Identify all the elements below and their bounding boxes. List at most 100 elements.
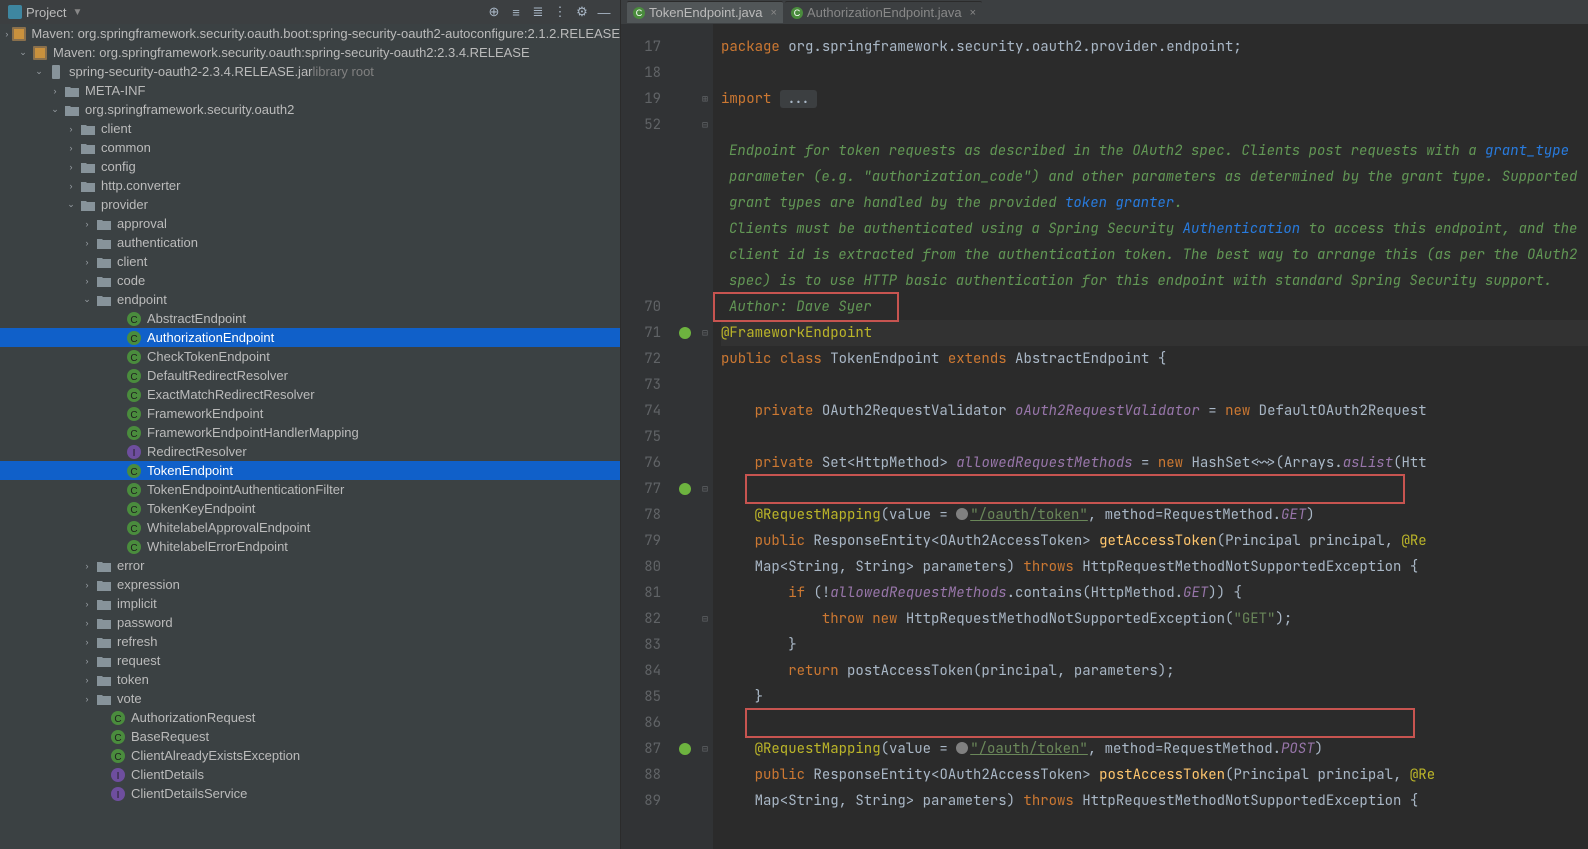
fold-toggle[interactable]	[697, 190, 713, 216]
fold-toggle[interactable]: ⊟	[697, 606, 713, 632]
chevron-icon[interactable]: ›	[66, 162, 76, 172]
tab-authorizationendpoint[interactable]: C AuthorizationEndpoint.java ×	[785, 1, 982, 23]
fold-toggle[interactable]	[697, 580, 713, 606]
fold-toggle[interactable]	[697, 684, 713, 710]
gear-icon[interactable]: ⚙	[574, 4, 590, 20]
fold-toggle[interactable]	[697, 710, 713, 736]
tree-row[interactable]: ›code	[0, 271, 620, 290]
tree-row[interactable]: ⌄provider	[0, 195, 620, 214]
tree-row[interactable]: ›approval	[0, 214, 620, 233]
tree-row[interactable]: CFrameworkEndpoint	[0, 404, 620, 423]
fold-toggle[interactable]	[697, 34, 713, 60]
tree-row[interactable]: CAbstractEndpoint	[0, 309, 620, 328]
tree-row[interactable]: CDefaultRedirectResolver	[0, 366, 620, 385]
fold-toggle[interactable]	[697, 138, 713, 164]
fold-toggle[interactable]: ⊟	[697, 320, 713, 346]
fold-toggle[interactable]	[697, 632, 713, 658]
chevron-icon[interactable]: ›	[82, 580, 92, 590]
tree-row[interactable]: ›refresh	[0, 632, 620, 651]
fold-toggle[interactable]	[697, 268, 713, 294]
chevron-icon[interactable]: ›	[82, 257, 92, 267]
chevron-icon[interactable]: ›	[82, 238, 92, 248]
tree-row[interactable]: ⌄org.springframework.security.oauth2	[0, 100, 620, 119]
chevron-icon[interactable]: ›	[82, 561, 92, 571]
fold-toggle[interactable]	[697, 398, 713, 424]
project-tree[interactable]: ›Maven: org.springframework.security.oau…	[0, 24, 621, 849]
tree-row[interactable]: ⌄spring-security-oauth2-2.3.4.RELEASE.ja…	[0, 62, 620, 81]
chevron-icon[interactable]: ›	[50, 86, 60, 96]
fold-toggle[interactable]	[697, 346, 713, 372]
fold-toggle[interactable]	[697, 788, 713, 814]
fold-toggle[interactable]	[697, 528, 713, 554]
fold-toggle[interactable]	[697, 216, 713, 242]
chevron-icon[interactable]: ⌄	[18, 47, 28, 58]
fold-toggle[interactable]	[697, 450, 713, 476]
tree-row[interactable]: ›vote	[0, 689, 620, 708]
chevron-icon[interactable]: ›	[82, 219, 92, 229]
chevron-icon[interactable]: ›	[66, 124, 76, 134]
tree-row[interactable]: CTokenEndpoint	[0, 461, 620, 480]
fold-toggle[interactable]	[697, 372, 713, 398]
close-icon[interactable]: ×	[970, 7, 976, 19]
tree-row[interactable]: ›expression	[0, 575, 620, 594]
tree-row[interactable]: CClientAlreadyExistsException	[0, 746, 620, 765]
tree-row[interactable]: CAuthorizationEndpoint	[0, 328, 620, 347]
fold-toggle[interactable]	[697, 164, 713, 190]
fold-placeholder[interactable]: ...	[780, 90, 817, 108]
tree-row[interactable]: ›password	[0, 613, 620, 632]
tree-row[interactable]: ›config	[0, 157, 620, 176]
project-label[interactable]: Project	[26, 5, 66, 20]
hide-icon[interactable]: —	[596, 4, 612, 20]
chevron-icon[interactable]: ›	[5, 29, 8, 39]
url-badge-icon[interactable]	[956, 508, 968, 520]
tree-row[interactable]: ›token	[0, 670, 620, 689]
tree-row[interactable]: CWhitelabelApprovalEndpoint	[0, 518, 620, 537]
chevron-icon[interactable]: ›	[82, 618, 92, 628]
fold-toggle[interactable]: ⊞	[697, 86, 713, 112]
fold-toggle[interactable]: ⊟	[697, 476, 713, 502]
tree-row[interactable]: CCheckTokenEndpoint	[0, 347, 620, 366]
fold-toggle[interactable]	[697, 554, 713, 580]
tree-row[interactable]: ›request	[0, 651, 620, 670]
tree-row[interactable]: CTokenEndpointAuthenticationFilter	[0, 480, 620, 499]
fold-toggle[interactable]: ⊟	[697, 112, 713, 138]
tree-row[interactable]: CTokenKeyEndpoint	[0, 499, 620, 518]
tree-row[interactable]: ›error	[0, 556, 620, 575]
dropdown-arrow-icon[interactable]: ▼	[72, 7, 82, 18]
tree-row[interactable]: ›implicit	[0, 594, 620, 613]
code-editor[interactable]: 1718195270717273747576777879808182838485…	[621, 24, 1588, 849]
fold-toggle[interactable]: ⊟	[697, 736, 713, 762]
collapse-all-icon[interactable]: ≣	[530, 4, 546, 20]
chevron-icon[interactable]: ›	[82, 694, 92, 704]
code-area[interactable]: package org.springframework.security.oau…	[713, 24, 1588, 849]
chevron-icon[interactable]: ⌄	[50, 104, 60, 115]
chevron-icon[interactable]: ›	[82, 276, 92, 286]
tree-row[interactable]: ›common	[0, 138, 620, 157]
tree-row[interactable]: CBaseRequest	[0, 727, 620, 746]
url-badge-icon[interactable]	[956, 742, 968, 754]
chevron-icon[interactable]: ›	[82, 656, 92, 666]
tree-row[interactable]: CAuthorizationRequest	[0, 708, 620, 727]
tree-row[interactable]: ⌄endpoint	[0, 290, 620, 309]
fold-toggle[interactable]	[697, 60, 713, 86]
tree-row[interactable]: IRedirectResolver	[0, 442, 620, 461]
tree-row[interactable]: CFrameworkEndpointHandlerMapping	[0, 423, 620, 442]
tree-row[interactable]: IClientDetailsService	[0, 784, 620, 803]
close-icon[interactable]: ×	[770, 7, 776, 19]
tree-row[interactable]: CWhitelabelErrorEndpoint	[0, 537, 620, 556]
expand-all-icon[interactable]: ≡	[508, 4, 524, 20]
tree-row[interactable]: ›Maven: org.springframework.security.oau…	[0, 24, 620, 43]
tree-row[interactable]: ⌄Maven: org.springframework.security.oau…	[0, 43, 620, 62]
tree-row[interactable]: ›authentication	[0, 233, 620, 252]
chevron-icon[interactable]: ›	[82, 675, 92, 685]
tree-row[interactable]: ›http.converter	[0, 176, 620, 195]
chevron-icon[interactable]: ›	[82, 637, 92, 647]
tree-row[interactable]: CExactMatchRedirectResolver	[0, 385, 620, 404]
tab-tokenendpoint[interactable]: C TokenEndpoint.java ×	[627, 1, 783, 23]
chevron-icon[interactable]: ⌄	[66, 199, 76, 210]
tree-row[interactable]: ›META-INF	[0, 81, 620, 100]
tree-row[interactable]: IClientDetails	[0, 765, 620, 784]
tree-row[interactable]: ›client	[0, 252, 620, 271]
fold-toggle[interactable]	[697, 658, 713, 684]
tree-row[interactable]: ›client	[0, 119, 620, 138]
